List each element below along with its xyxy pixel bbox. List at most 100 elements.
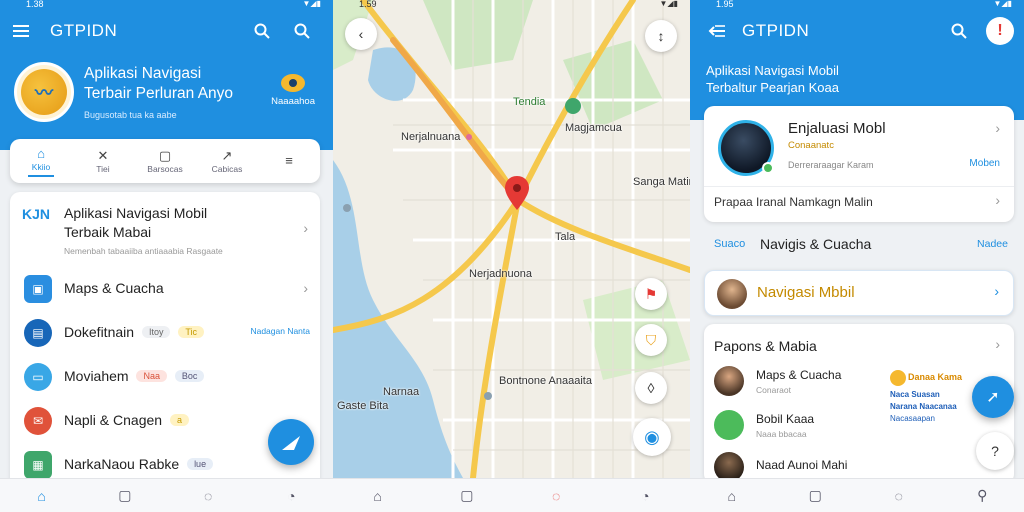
search-icon[interactable] [247, 16, 277, 46]
hero-badge[interactable]: Naaaahoa [271, 74, 315, 107]
header-title-line2: Terbaltur Pearjan Koaa [706, 80, 839, 95]
badge-icon [890, 370, 906, 386]
list-item-text: Moviahem [64, 368, 129, 384]
highlight-title: Navigasi Mbbil [757, 284, 855, 301]
tab-home[interactable]: ⌂ Kkiio [10, 139, 72, 183]
nav-saved[interactable]: ▢ [83, 479, 166, 512]
place-button[interactable]: ◊ [635, 372, 667, 404]
search-icon[interactable] [944, 16, 974, 46]
nav-explore[interactable]: ◌ [857, 479, 941, 512]
profile-link[interactable]: Prapaa Iranal Namkagn Malin [714, 195, 873, 209]
hero-title-line2: Terbair Perluran Anyo [84, 85, 234, 102]
navigate-fab[interactable]: ➚ [972, 376, 1014, 418]
map-label: Gaste Bita [337, 400, 389, 412]
shield-button[interactable]: ⛉ [635, 324, 667, 356]
nav-home[interactable]: ⌂ [0, 479, 83, 512]
chevron-right-icon: › [303, 280, 308, 296]
search-icon: ⚲ [977, 487, 988, 503]
flag-icon: ⚑ [644, 285, 658, 302]
list-item-sub: Conaraot [756, 385, 791, 395]
location-icon: ◌ [551, 487, 561, 504]
help-button[interactable]: ? [976, 432, 1014, 470]
feature-title-line1: Aplikasi Navigasi Mobil [64, 205, 208, 221]
nav-explore[interactable]: ◌ [512, 479, 601, 512]
map-screen: 1.59 ▼◢▮ Nerjalnuana Tendia Magjamcua Sa… [333, 0, 690, 512]
compass-button[interactable]: ↕ [645, 20, 677, 52]
status-bar: 1.38 ▼◢▮ [0, 0, 333, 10]
nav-history[interactable]: ◔ [601, 479, 690, 512]
list-item-label: Napli & Cnagen a [64, 412, 189, 428]
promo-line: Narana Naacanaa [890, 402, 957, 411]
tab-tools[interactable]: ✕ Tiei [72, 139, 134, 183]
profile-subtitle: Conaanatc [788, 140, 834, 151]
home-icon: ⌂ [37, 487, 46, 504]
menu-icon: ≡ [285, 153, 293, 168]
back-button[interactable]: ‹ [345, 18, 377, 50]
back-arrow-icon[interactable] [702, 16, 732, 46]
promo-line: Danaa Kama [908, 372, 963, 382]
search-icon[interactable] [287, 16, 317, 46]
nav-home[interactable]: ⌂ [690, 479, 774, 512]
navigate-fab[interactable] [268, 419, 314, 465]
profile-detail: Derreraraagar Karam [788, 160, 874, 170]
feature-item[interactable]: KJN Aplikasi Navigasi Mobil Terbaik Maba… [10, 192, 320, 264]
nav-saved[interactable]: ▢ [422, 479, 511, 512]
list-item-text: Napli & Cnagen [64, 412, 163, 428]
map-label: Magjamcua [565, 122, 622, 134]
list-item[interactable]: ▤ Dokefitnain Itoy Tic Nadagan Nanta [10, 312, 320, 354]
chevron-right-icon: › [995, 120, 1000, 136]
send-icon [282, 436, 300, 450]
avatar [717, 279, 747, 309]
tag-badge: lue [187, 458, 214, 470]
list-item-title[interactable]: Bobil Kaaa [756, 412, 814, 426]
list-item-title[interactable]: Maps & Cuacha [756, 368, 841, 382]
map-label: Nerjalnuana [401, 131, 461, 143]
avatar [714, 366, 744, 396]
profile-name: Enjaluasi Mobl [788, 120, 886, 137]
profile-card[interactable]: Enjaluasi Mobl Conaanatc Derreraraagar K… [704, 106, 1014, 222]
logo-icon: 〰 [21, 69, 67, 115]
list-item-text: Dokefitnain [64, 324, 135, 340]
tab-more[interactable]: ≡ [258, 139, 320, 183]
nav-home[interactable]: ⌂ [333, 479, 422, 512]
home-screen: 1.38 ▼◢▮ GTPIDN 〰 Aplikasi Navigasi Terb… [0, 0, 333, 512]
section-action-link[interactable]: Nadee [977, 238, 1008, 250]
bottom-nav: ⌂ ▢ ◌ ⚲ [690, 478, 1024, 512]
list-item-title[interactable]: Naad Aunoi Mahi [756, 458, 847, 472]
map-box-icon: ▣ [24, 275, 52, 303]
map-label: Nerjadnuona [469, 268, 532, 280]
list-item[interactable]: ▣ Maps & Cuacha › [10, 268, 320, 310]
header-title: Aplikasi Navigasi Mobil Terbaltur Pearja… [706, 62, 839, 96]
tab-collections[interactable]: ▢ Barsocas [134, 139, 196, 183]
nav-saved[interactable]: ▢ [774, 479, 858, 512]
promo-line: Naca Suasan [890, 390, 940, 399]
map-label: Sanga Matir [633, 176, 690, 188]
profile-action-link[interactable]: Moben [969, 158, 1000, 169]
tab-label: Cabicas [211, 164, 243, 174]
alert-icon[interactable]: ! [986, 17, 1014, 45]
menu-icon[interactable] [6, 16, 36, 46]
report-button[interactable]: ⚑ [635, 278, 667, 310]
park-marker-icon [565, 98, 581, 114]
feature-subtitle: Nemenbah tabaaiiba antiaaabia Rasgaate [64, 246, 223, 256]
home-icon: ⌂ [727, 487, 736, 504]
list-item-label: Dokefitnain Itoy Tic [64, 324, 205, 340]
locate-button[interactable]: ◉ [633, 418, 671, 456]
nav-history[interactable]: ◔ [250, 479, 333, 512]
side-label: Nadagan Nanta [250, 326, 310, 336]
nav-explore[interactable]: ◌ [167, 479, 250, 512]
tab-routes[interactable]: ↗ Cabicas [196, 139, 258, 183]
map-label: Tala [555, 231, 576, 243]
app-title: GTPIDN [50, 21, 118, 40]
chevron-left-icon: ‹ [358, 26, 364, 42]
list-item[interactable]: ▭ Moviahem Naa Boc [10, 356, 320, 398]
map-label: Bontnone Anaaaita [499, 375, 592, 387]
category-tabs: ⌂ Kkiio ✕ Tiei ▢ Barsocas ↗ Cabicas ≡ [10, 139, 320, 183]
status-time: 1.38 [26, 0, 44, 9]
list-title: Papons & Mabia [714, 338, 817, 354]
tab-label: Tiei [96, 164, 110, 174]
nav-search[interactable]: ⚲ [941, 479, 1024, 512]
highlight-card[interactable]: Navigasi Mbbil › [704, 270, 1014, 316]
chat-icon: ✉ [24, 407, 52, 435]
hero-subtitle: Bugusotab tua ka aabe [84, 110, 177, 120]
